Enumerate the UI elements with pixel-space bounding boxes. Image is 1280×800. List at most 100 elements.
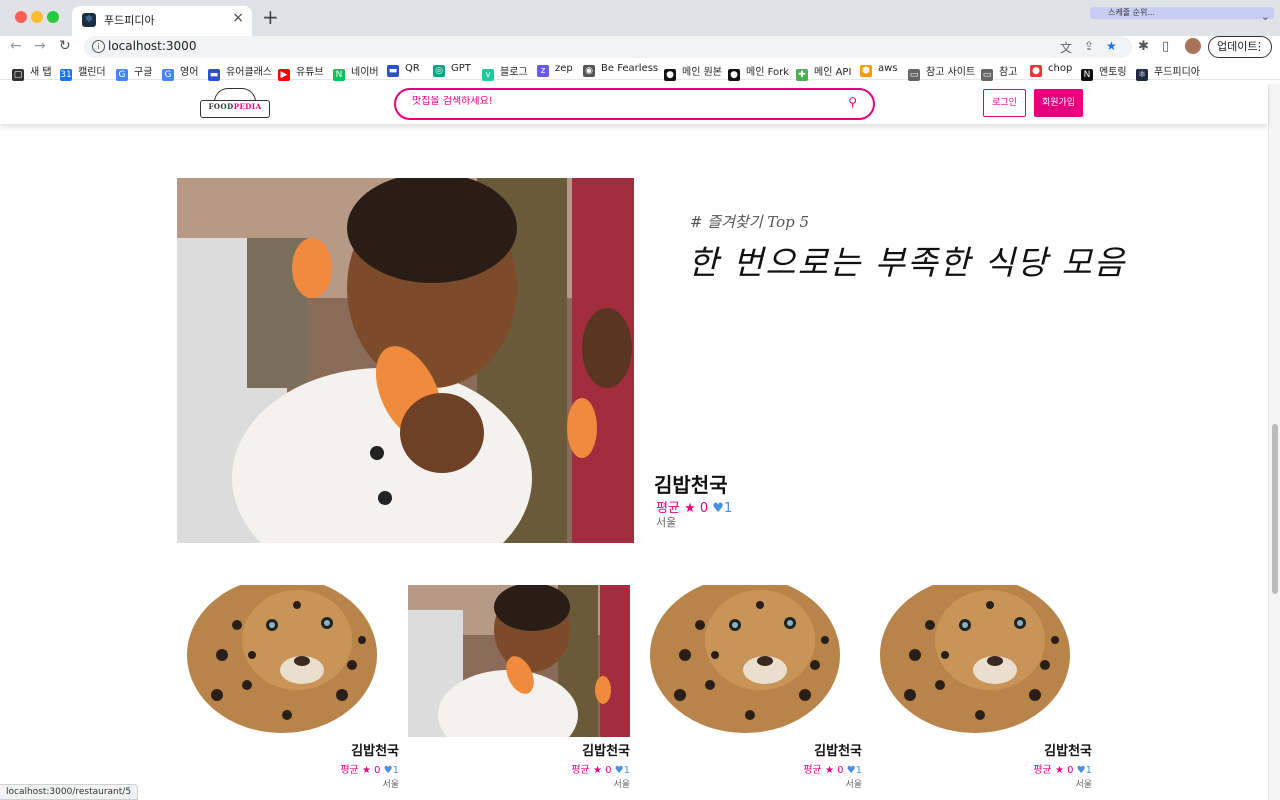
window-minimize-button[interactable] xyxy=(31,11,43,23)
bookmark-label: 메인 원본 xyxy=(682,67,722,78)
bookmark-item[interactable]: ● 메인 Fork xyxy=(728,63,789,81)
bookmark-item[interactable]: 31 캘린더 xyxy=(60,63,106,81)
rating-value: 0 xyxy=(837,765,844,776)
bookmark-item[interactable]: ✚ 메인 API xyxy=(796,63,851,81)
more-icon[interactable]: ⋮ xyxy=(1254,37,1265,57)
restaurant-card[interactable]: 김밥천국 평균 ★ 0 ♥1 서울 xyxy=(177,585,399,790)
heart-icon: ♥ xyxy=(846,765,856,776)
new-tab-icon: ▢ xyxy=(12,69,24,81)
extensions-icon[interactable]: ✱ xyxy=(1138,39,1149,54)
restaurant-name[interactable]: 김밥천국 xyxy=(408,740,630,759)
close-icon[interactable]: × xyxy=(232,10,244,26)
class-icon: ▬ xyxy=(208,69,220,81)
search-input[interactable] xyxy=(412,96,812,107)
browser-tabstrip: ⚛ 푸드피디아 × + 스케줄 순위... ⌄ xyxy=(0,0,1280,36)
bookmark-item[interactable]: ▭ 참고 xyxy=(981,63,1017,81)
react-icon: ⚛ xyxy=(1136,69,1148,81)
eye-icon: ◉ xyxy=(583,65,595,77)
profile-chip[interactable]: 스케줄 순위... xyxy=(1090,7,1274,19)
bookmark-label: 새 탭 xyxy=(30,67,52,78)
hero-restaurant-image[interactable] xyxy=(177,178,634,543)
bookmark-star-icon[interactable]: ★ xyxy=(1106,39,1117,53)
restaurant-name[interactable]: 김밥천국 xyxy=(177,740,399,759)
bookmark-label: chop xyxy=(1048,63,1073,74)
bookmark-label: 메인 Fork xyxy=(746,67,789,78)
restaurant-region: 서울 xyxy=(613,780,630,790)
foodpedia-logo[interactable]: FOODPEDIA xyxy=(200,88,270,120)
info-icon[interactable]: i xyxy=(92,40,105,53)
window-maximize-button[interactable] xyxy=(47,11,59,23)
window-close-button[interactable] xyxy=(15,11,27,23)
rating-value: 0 xyxy=(699,501,709,516)
browser-tab[interactable]: ⚛ 푸드피디아 × xyxy=(72,6,252,36)
restaurant-card[interactable]: 김밥천국 평균 ★ 0 ♥1 서울 xyxy=(408,585,630,790)
bookmark-item[interactable]: G 구글 xyxy=(116,63,152,81)
search-icon[interactable]: ⚲ xyxy=(848,95,857,109)
signup-button[interactable]: 회원가입 xyxy=(1034,89,1083,117)
back-arrow-icon[interactable]: ← xyxy=(10,38,22,54)
page-scrollbar[interactable] xyxy=(1268,84,1280,800)
site-header: FOODPEDIA ⚲ 로그인 회원가입 xyxy=(0,84,1268,124)
bookmark-item[interactable]: ⚛ 푸드피디아 xyxy=(1136,63,1200,81)
likes-count: 1 xyxy=(1085,765,1092,776)
translate-icon[interactable]: 文 xyxy=(1060,39,1072,56)
bookmark-item[interactable]: z zep xyxy=(537,63,573,77)
bookmark-item[interactable]: ▶ 유튜브 xyxy=(278,63,324,81)
bookmark-label: 구글 xyxy=(134,67,153,78)
search-box[interactable]: ⚲ xyxy=(394,88,875,120)
chevron-down-icon[interactable]: ⌄ xyxy=(1261,10,1270,23)
scrollbar-thumb[interactable] xyxy=(1272,424,1278,594)
restaurant-region: 서울 xyxy=(845,780,862,790)
new-tab-button[interactable]: + xyxy=(262,6,279,28)
forward-arrow-icon[interactable]: → xyxy=(34,38,46,54)
zep-icon: z xyxy=(537,65,549,77)
share-icon[interactable]: ⇪ xyxy=(1084,39,1094,53)
heart-icon: ♥ xyxy=(1076,765,1086,776)
bookmark-label: 영어 xyxy=(180,67,199,78)
likes-count: 1 xyxy=(855,765,862,776)
bookmark-item[interactable]: ● chop xyxy=(1030,63,1072,77)
restaurant-region: 서울 xyxy=(1075,780,1092,790)
star-icon: ★ xyxy=(824,765,834,776)
url-text[interactable]: localhost:3000 xyxy=(108,39,196,53)
bookmark-item[interactable]: ◎ GPT xyxy=(433,63,471,77)
restaurant-card[interactable]: 김밥천국평균 ★ 0 ♥1 서울 xyxy=(640,585,862,790)
restaurant-card[interactable]: 김밥천국 평균 ★ 0 ♥1 서울 xyxy=(870,585,1092,790)
bookmark-label: 참고 xyxy=(999,67,1018,78)
restaurant-card-image[interactable] xyxy=(177,585,399,737)
login-button[interactable]: 로그인 xyxy=(983,89,1026,117)
bookmark-label: 유튜브 xyxy=(296,67,324,78)
restaurant-card-image[interactable] xyxy=(870,585,1092,737)
hero-region: 서울 xyxy=(656,516,677,529)
avg-label: 평균 xyxy=(803,765,822,776)
bookmark-item[interactable]: N 멘토링 xyxy=(1081,63,1127,81)
browser-toolbar: ← → ↻ i localhost:3000 文 ⇪ ★ ✱ ▯ 업데이트 ⋮ xyxy=(0,36,1280,60)
bookmark-item[interactable]: ▬ QR xyxy=(387,63,420,77)
bookmark-item[interactable]: ◉ Be Fearless xyxy=(583,63,658,77)
bookmark-item[interactable]: ▢ 새 탭 xyxy=(12,63,52,81)
side-panel-icon[interactable]: ▯ xyxy=(1162,39,1169,54)
bookmark-item[interactable]: ▭ 참고 사이트 xyxy=(908,63,975,81)
restaurant-name[interactable]: 김밥천국 xyxy=(870,740,1092,759)
heart-icon: ♥ xyxy=(383,765,393,776)
bookmark-item[interactable]: ⬢ aws xyxy=(860,63,898,77)
hero-restaurant-name[interactable]: 김밥천국 xyxy=(654,469,728,498)
star-icon: ★ xyxy=(684,501,696,516)
boy-eating-ice-cream-image xyxy=(177,178,634,543)
bookmark-item[interactable]: ● 메인 원본 xyxy=(664,63,722,81)
bookmark-item[interactable]: ▬ 유어클래스 xyxy=(208,63,272,81)
address-bar[interactable]: i localhost:3000 文 ⇪ ★ xyxy=(84,36,1132,58)
bookmark-label: 메인 API xyxy=(814,67,852,78)
bookmark-item[interactable]: N 네이버 xyxy=(333,63,379,81)
restaurant-card-image[interactable] xyxy=(640,585,862,737)
avatar[interactable] xyxy=(1185,38,1201,54)
tomato-icon: ● xyxy=(1030,65,1042,77)
bookmark-item[interactable]: G 영어 xyxy=(162,63,198,81)
folder-icon: ▭ xyxy=(981,69,993,81)
reload-icon[interactable]: ↻ xyxy=(59,38,71,54)
update-button[interactable]: 업데이트 ⋮ xyxy=(1208,36,1272,58)
bookmark-item[interactable]: v 블로그 xyxy=(482,63,528,81)
avg-label: 평균 xyxy=(571,765,590,776)
restaurant-card-image[interactable] xyxy=(408,585,630,737)
restaurant-name[interactable]: 김밥천국 xyxy=(640,740,862,759)
